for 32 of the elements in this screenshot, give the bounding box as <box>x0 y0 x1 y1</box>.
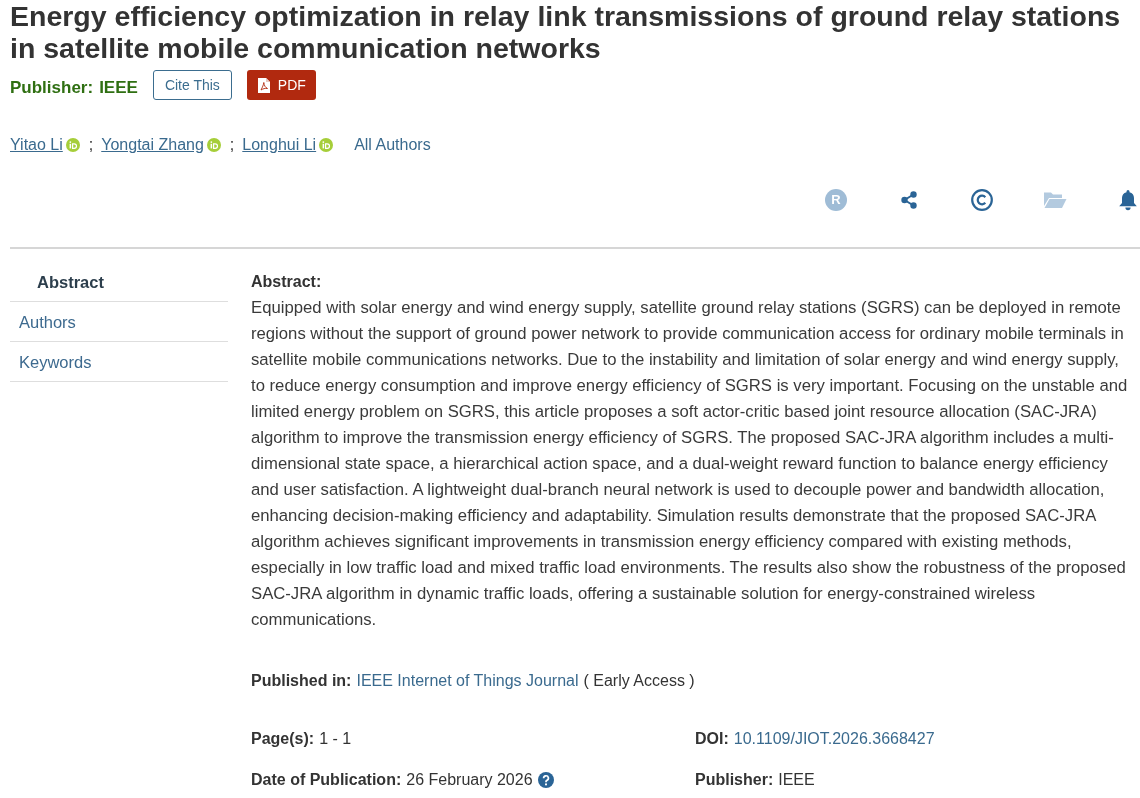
published-in-label: Published in: <box>251 672 352 689</box>
journal-link[interactable]: IEEE Internet of Things Journal <box>356 672 579 689</box>
detail-value: 1 - 1 <box>319 729 352 749</box>
publisher-label: Publisher: <box>10 77 94 98</box>
abstract-heading: Abstract: <box>251 272 323 292</box>
author-link[interactable]: Yitao Li <box>10 136 63 154</box>
help-icon[interactable] <box>537 772 554 788</box>
pdf-button[interactable]: PDF <box>246 70 316 100</box>
author-separator: ; <box>88 136 94 154</box>
nav-tab[interactable]: Abstract <box>10 262 228 302</box>
author-link[interactable]: Yongtai Zhang <box>101 136 204 154</box>
author-separator: ; <box>229 136 235 154</box>
author-link[interactable]: Longhui Li <box>242 136 317 154</box>
access-status: ( Early Access ) <box>583 672 695 689</box>
detail-label: DOI: <box>695 729 729 749</box>
nav-tab[interactable]: Authors <box>10 302 228 342</box>
detail-label: Date of Publication: <box>251 770 402 790</box>
all-authors-link[interactable]: All Authors <box>354 136 431 154</box>
publisher-name: IEEE <box>99 77 138 98</box>
copyright-icon[interactable] <box>971 189 993 211</box>
bell-icon[interactable] <box>1118 189 1138 211</box>
detail-label: Publisher: <box>695 770 774 790</box>
article-title: Energy efficiency optimization in relay link transmissions of ground relay stations in satellite mobile communication networks <box>9 0 1122 64</box>
detail-label: Page(s): <box>251 729 315 749</box>
cite-button[interactable]: Cite This <box>152 70 232 100</box>
nav-tab[interactable]: Keywords <box>10 342 228 382</box>
abstract-text: Equipped with solar energy and wind energy supply, satellite ground relay stations (SGRS) can be deployed in remote regions without the support of ground power network to provide communication access for ordinary mobile terminals in satellite mobile communications networks. Due to the instability and limitation of solar energy and wind energy supply, to reduce energy consumption and improve energy efficiency of SGRS is very important. Focusing on the unstable and limited energy problem on SGRS, this article proposes a soft actor-critic based joint resource allocation (SAC-JRA) algorithm to improve the transmission energy efficiency of SGRS. The proposed SAC-JRA algorithm includes a multi-dimensional state space, a hierarchical action space, and a dual-weight reward function to balance energy efficiency and user satisfaction. A lightweight dual-branch neural network is used to decouple power and bandwidth allocation, enhancing decision-making efficiency and adaptability. Simulation results demonstrate that the proposed SAC-JRA algorithm achieves significant improvements in transmission energy efficiency compared with existing methods, especially in low traffic load and mixed traffic load environments. The results also show the robustness of the proposed SAC-JRA algorithm in dynamic traffic loads, offering a sustainable solution for energy-constrained wireless communications. <box>251 297 1129 631</box>
detail-value: 26 February 2026 <box>406 770 533 790</box>
doi-link[interactable]: 10.1109/JIOT.2026.3668427 <box>733 726 935 752</box>
pdf-icon <box>257 77 270 93</box>
detail-value: IEEE <box>778 770 815 790</box>
share-icon[interactable] <box>901 191 917 209</box>
